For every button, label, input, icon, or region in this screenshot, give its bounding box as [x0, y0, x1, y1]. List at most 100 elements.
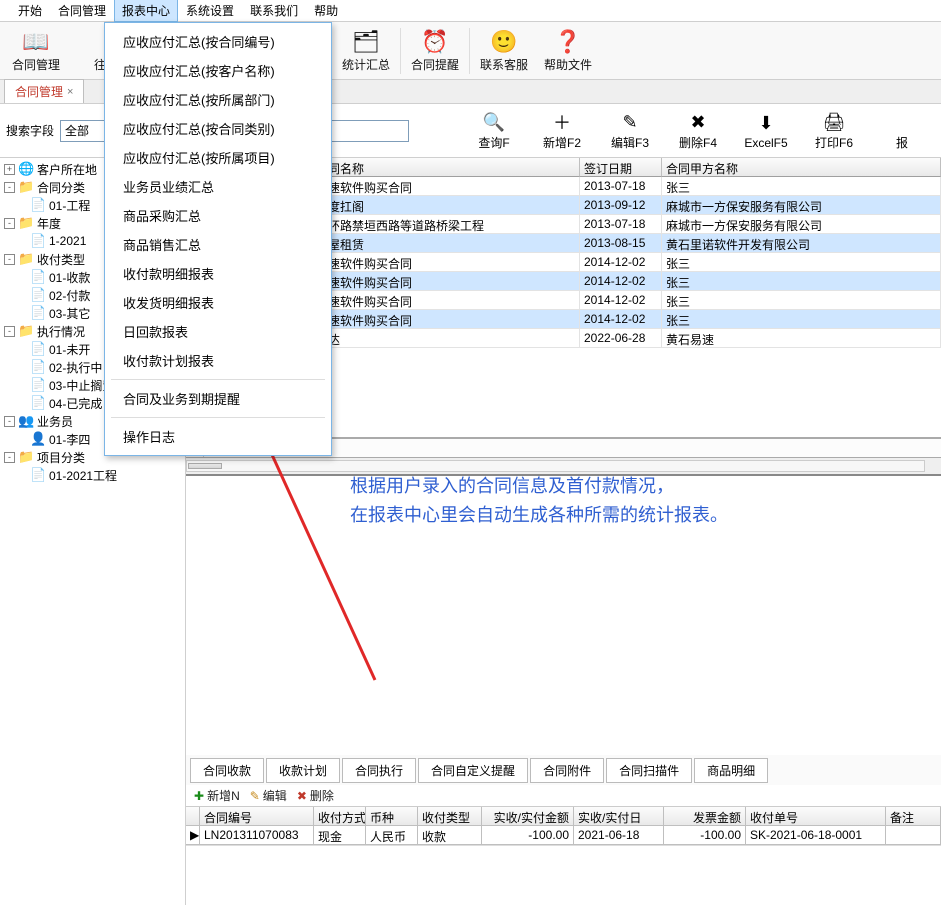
tree-expander-icon[interactable]: -: [4, 182, 15, 193]
tab-contract-mgmt[interactable]: 合同管理 ×: [4, 79, 84, 103]
menu-1[interactable]: 合同管理: [50, 0, 114, 22]
detail-delete-button[interactable]: ✖ 删除: [297, 787, 334, 804]
detail-header-cell[interactable]: 实收/实付金额: [482, 807, 574, 826]
menu-item-8[interactable]: 收付款明细报表: [105, 259, 331, 288]
detail-grid-row[interactable]: ▶LN201311070083现金人民币收款-100.002021-06-18-…: [186, 826, 941, 845]
tree-node-icon: 👤: [30, 431, 46, 447]
detail-grid-header: 合同编号收付方式币种收付类型实收/实付金额实收/实付日发票金额收付单号备注: [186, 807, 941, 826]
detail-add-button[interactable]: ✚ 新增N: [194, 787, 240, 804]
detail-edit-button[interactable]: ✎ 编辑: [250, 787, 287, 804]
tree-node-icon: 📄: [30, 359, 46, 375]
detail-header-cell[interactable]: 发票金额: [664, 807, 746, 826]
action-icon: ＋: [553, 110, 571, 134]
detail-tab-4[interactable]: 合同附件: [530, 758, 604, 783]
menubar: 开始合同管理报表中心系统设置联系我们帮助: [0, 0, 941, 22]
tree-expander-icon[interactable]: -: [4, 416, 15, 427]
action-btn-5[interactable]: 🖨打印F6: [801, 108, 867, 154]
action-btn-2[interactable]: ✎编辑F3: [597, 108, 663, 154]
tree-expander-icon[interactable]: -: [4, 254, 15, 265]
detail-tab-1[interactable]: 收款计划: [266, 758, 340, 783]
tree-node-label: 03-其它: [49, 305, 90, 322]
tree-node-label: 01-李四: [49, 431, 90, 448]
tree-node-label: 年度: [37, 215, 61, 232]
action-icon: ✖: [690, 110, 705, 134]
tree-node-17[interactable]: 📄01-2021工程: [2, 466, 183, 484]
detail-tab-0[interactable]: 合同收款: [190, 758, 264, 783]
tree-node-icon: 📄: [30, 377, 46, 393]
toolbar-icon: ⏰: [419, 28, 451, 56]
tree-node-label: 项目分类: [37, 449, 85, 466]
menu-item-2[interactable]: 应收应付汇总(按所属部门): [105, 85, 331, 114]
detail-header-cell[interactable]: [186, 807, 200, 826]
menu-4[interactable]: 联系我们: [242, 0, 306, 22]
detail-header-cell[interactable]: 收付单号: [746, 807, 886, 826]
action-btn-4[interactable]: ⬇ExcelF5: [733, 108, 799, 154]
report-center-menu: 应收应付汇总(按合同编号)应收应付汇总(按客户名称)应收应付汇总(按所属部门)应…: [104, 22, 332, 456]
toolbar-icon: 🙂: [488, 28, 520, 56]
action-btn-0[interactable]: 🔍查询F: [461, 108, 527, 154]
tree-expander-icon[interactable]: -: [4, 452, 15, 463]
action-btn-1[interactable]: ＋新增F2: [529, 108, 595, 154]
toolbar-btn-7[interactable]: 🙂联系客服: [472, 25, 536, 77]
detail-header-cell[interactable]: 币种: [366, 807, 418, 826]
grid-header-cell[interactable]: 合同甲方名称: [662, 158, 941, 177]
tree-node-label: 02-付款: [49, 287, 90, 304]
close-icon[interactable]: ×: [67, 86, 73, 98]
menu-item-15[interactable]: 操作日志: [105, 422, 331, 451]
tree-node-label: 01-收款: [49, 269, 90, 286]
tree-expander-icon[interactable]: -: [4, 218, 15, 229]
menu-item-6[interactable]: 商品采购汇总: [105, 201, 331, 230]
menu-item-9[interactable]: 收发货明细报表: [105, 288, 331, 317]
detail-tab-3[interactable]: 合同自定义提醒: [418, 758, 528, 783]
tree-node-label: 1-2021: [49, 234, 86, 248]
menu-5[interactable]: 帮助: [306, 0, 346, 22]
tree-node-label: 客户所在地: [37, 161, 97, 178]
detail-tab-2[interactable]: 合同执行: [342, 758, 416, 783]
tree-node-icon: 📁: [18, 251, 34, 267]
menu-3[interactable]: 系统设置: [178, 0, 242, 22]
menu-item-7[interactable]: 商品销售汇总: [105, 230, 331, 259]
tree-expander-icon[interactable]: +: [4, 164, 15, 175]
tree-node-icon: 📄: [30, 269, 46, 285]
detail-header-cell[interactable]: 备注: [886, 807, 941, 826]
tree-node-icon: 📁: [18, 179, 34, 195]
horizontal-scrollbar[interactable]: [186, 458, 941, 476]
menu-2[interactable]: 报表中心: [114, 0, 178, 22]
toolbar-btn-6[interactable]: ⏰合同提醒: [403, 25, 467, 77]
menu-item-5[interactable]: 业务员业绩汇总: [105, 172, 331, 201]
tree-node-label: 业务员: [37, 413, 73, 430]
tree-node-icon: 📄: [30, 287, 46, 303]
action-btn-6[interactable]: 报: [869, 108, 935, 154]
detail-header-cell[interactable]: 实收/实付日: [574, 807, 664, 826]
tab-label: 合同管理: [15, 83, 63, 100]
toolbar-btn-0[interactable]: 📖合同管理: [4, 25, 68, 77]
scrollbar-thumb[interactable]: [188, 463, 222, 469]
detail-tab-6[interactable]: 商品明细: [694, 758, 768, 783]
detail-tabs: 合同收款收款计划合同执行合同自定义提醒合同附件合同扫描件商品明细: [186, 755, 941, 785]
menu-item-11[interactable]: 收付款计划报表: [105, 346, 331, 375]
menu-item-13[interactable]: 合同及业务到期提醒: [105, 384, 331, 413]
detail-tab-5[interactable]: 合同扫描件: [606, 758, 692, 783]
menu-0[interactable]: 开始: [10, 0, 50, 22]
menu-item-1[interactable]: 应收应付汇总(按客户名称): [105, 56, 331, 85]
menu-item-0[interactable]: 应收应付汇总(按合同编号): [105, 27, 331, 56]
detail-header-cell[interactable]: 收付方式: [314, 807, 366, 826]
tree-node-label: 04-已完成: [49, 395, 102, 412]
pencil-icon: ✎: [250, 789, 260, 803]
tree-node-icon: 📄: [30, 341, 46, 357]
action-btn-3[interactable]: ✖删除F4: [665, 108, 731, 154]
menu-item-3[interactable]: 应收应付汇总(按合同类别): [105, 114, 331, 143]
menu-item-10[interactable]: 日回款报表: [105, 317, 331, 346]
menu-item-4[interactable]: 应收应付汇总(按所属项目): [105, 143, 331, 172]
grid-header-cell[interactable]: 签订日期: [580, 158, 662, 177]
detail-header-cell[interactable]: 收付类型: [418, 807, 482, 826]
tree-node-icon: 📄: [30, 395, 46, 411]
toolbar-btn-8[interactable]: ❓帮助文件: [536, 25, 600, 77]
detail-grid[interactable]: 合同编号收付方式币种收付类型实收/实付金额实收/实付日发票金额收付单号备注▶LN…: [186, 807, 941, 845]
tree-expander-icon[interactable]: -: [4, 326, 15, 337]
grid-header-cell[interactable]: 合同名称: [312, 158, 580, 177]
toolbar-btn-5[interactable]: 🗂统计汇总: [334, 25, 398, 77]
toolbar-icon: ❓: [552, 28, 584, 56]
detail-header-cell[interactable]: 合同编号: [200, 807, 314, 826]
tree-node-icon: 🌐: [18, 161, 34, 177]
